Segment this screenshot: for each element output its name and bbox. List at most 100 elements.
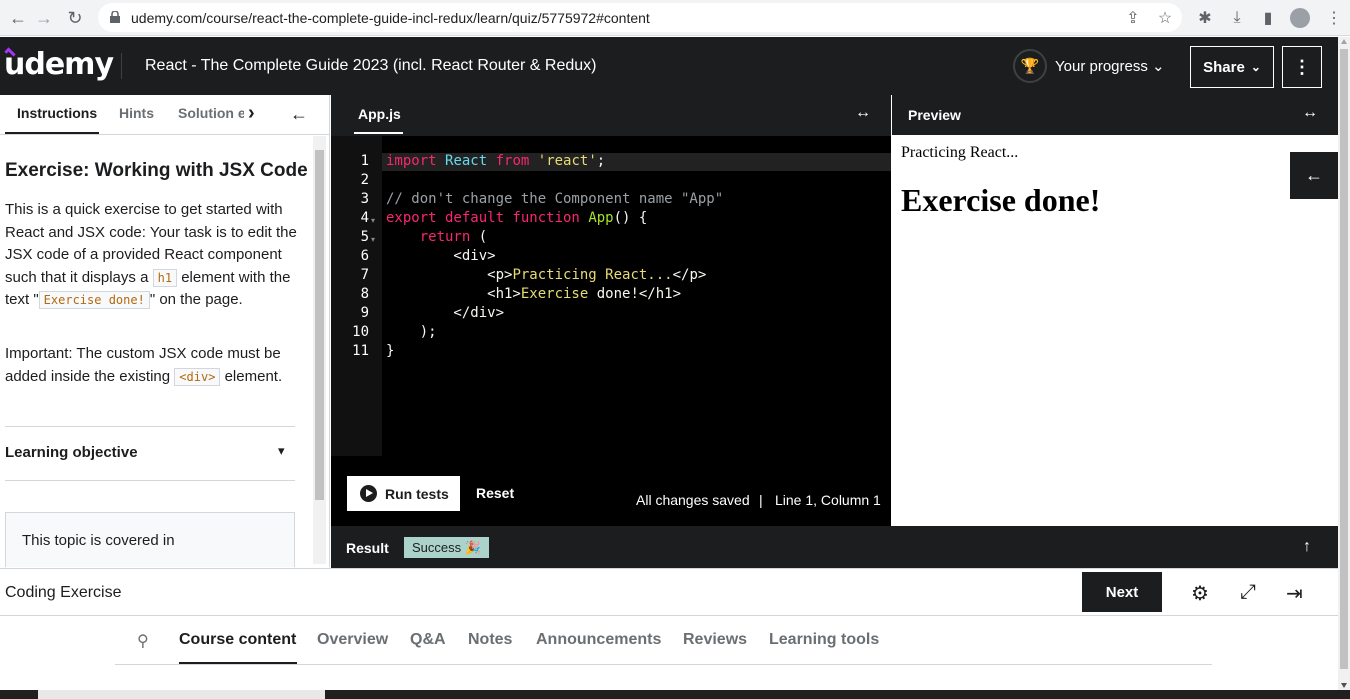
learning-objective-toggle[interactable]: Learning objective — [5, 444, 138, 461]
active-tab-indicator — [179, 662, 297, 664]
progress-label: Your progress — [1055, 58, 1148, 75]
fullscreen-icon[interactable]: ⤢ — [1240, 581, 1256, 604]
line-number: 3 — [360, 191, 369, 207]
more-options-icon[interactable]: ⋮ — [1282, 46, 1322, 88]
panel-scrollbar[interactable] — [313, 136, 326, 564]
course-title[interactable]: React - The Complete Guide 2023 (incl. R… — [145, 57, 596, 75]
url-text: udemy.com/course/react-the-complete-guid… — [131, 10, 650, 26]
editor-tabbar: App.js ↔ — [331, 95, 891, 135]
code-line: </div> — [386, 305, 505, 321]
code-editor[interactable]: 1 2 3 4 5 6 7 8 9 10 11 ▾ ▾ import React… — [331, 136, 891, 456]
line-number: 10 — [352, 324, 369, 340]
browser-toolbar: ← → ↻ udemy.com/course/react-the-complet… — [0, 0, 1350, 36]
preview-title: Preview — [908, 107, 961, 123]
page-scrollbar[interactable] — [1338, 37, 1350, 690]
tab-solution[interactable]: Solution e — [178, 105, 244, 121]
code-line: import React from 'react'; — [386, 153, 606, 169]
line-gutter: 1 2 3 4 5 6 7 8 9 10 11 ▾ ▾ — [331, 136, 382, 456]
next-button[interactable]: Next — [1082, 572, 1162, 612]
line-number: 5 — [360, 229, 369, 245]
editor-footer: Run tests Reset All changes saved | Line… — [331, 456, 891, 526]
tab-overview[interactable]: Overview — [317, 631, 388, 649]
extensions-icon[interactable]: ✱ — [1195, 8, 1215, 28]
code-line: ); — [386, 324, 437, 340]
result-bar: Result Success 🎉 ↑ — [331, 526, 1338, 568]
forward-icon[interactable]: → — [32, 6, 56, 30]
search-icon[interactable]: ⚲ — [137, 631, 149, 651]
preview-paragraph: Practicing React... — [901, 144, 1019, 161]
tab-learning-tools[interactable]: Learning tools — [769, 631, 879, 649]
tab-notes[interactable]: Notes — [468, 631, 512, 649]
reset-button[interactable]: Reset — [476, 485, 514, 501]
line-number: 1 — [360, 153, 369, 169]
play-icon — [360, 485, 377, 502]
gear-icon[interactable]: ⚙ — [1191, 581, 1209, 606]
fold-toggle-icon[interactable]: ▾ — [371, 235, 375, 244]
exercise-description: This is a quick exercise to get started … — [5, 201, 297, 309]
tab-course-content[interactable]: Course content — [179, 631, 296, 649]
exercise-title: Exercise: Working with JSX Code — [5, 160, 308, 181]
topic-text: This topic is covered in — [22, 532, 175, 549]
side-panel-icon[interactable]: ▮ — [1258, 8, 1278, 28]
active-tab-indicator — [5, 132, 99, 134]
run-tests-button[interactable]: Run tests — [347, 476, 460, 511]
profile-avatar[interactable] — [1290, 8, 1310, 28]
udemy-logo[interactable]: udemy — [4, 47, 114, 82]
download-icon[interactable]: ⤓ — [1227, 8, 1247, 28]
code-line: return ( — [419, 229, 488, 245]
tab-reviews[interactable]: Reviews — [683, 631, 747, 649]
result-label: Result — [346, 540, 389, 556]
tab-announcements[interactable]: Announcements — [536, 631, 661, 649]
back-icon[interactable]: ← — [6, 6, 30, 30]
chevron-right-icon[interactable]: › — [248, 102, 255, 125]
reload-icon[interactable]: ↻ — [63, 6, 87, 30]
address-bar[interactable]: udemy.com/course/react-the-complete-guid… — [98, 3, 1182, 32]
active-tab-indicator — [354, 132, 403, 134]
fold-toggle-icon[interactable]: ▾ — [371, 216, 375, 225]
code-line: } — [386, 343, 395, 359]
tab-hints[interactable]: Hints — [119, 105, 154, 121]
code-line: export default function App() { — [386, 210, 648, 226]
arrow-left-icon[interactable]: ← — [1290, 152, 1338, 199]
code-line: // don't change the Component name "App" — [386, 191, 724, 207]
save-status: All changes saved — [636, 492, 750, 508]
course-tabs: ⚲ Course content Overview Q&A Notes Anno… — [115, 617, 1212, 665]
code-editor-panel: App.js ↔ 1 2 3 4 5 6 7 8 9 10 11 ▾ ▾ imp… — [331, 95, 891, 526]
share-label: Share — [1203, 58, 1245, 76]
chevron-down-icon[interactable]: ▾ — [278, 443, 285, 459]
share-button[interactable]: Share ⌄ — [1190, 46, 1274, 88]
code-line: <p>Practicing React...</p> — [386, 267, 707, 283]
bookmark-star-icon[interactable]: ☆ — [1155, 8, 1175, 28]
inline-code-div: <div> — [174, 367, 221, 386]
run-tests-label: Run tests — [385, 485, 449, 502]
cursor-position: Line 1, Column 1 — [775, 492, 881, 508]
arrow-left-icon[interactable]: ← — [290, 104, 308, 125]
file-tab-appjs[interactable]: App.js — [358, 106, 401, 122]
exercise-important-note: Important: The custom JSX code must be a… — [5, 345, 283, 386]
arrow-up-icon[interactable]: ↑ — [1303, 538, 1311, 556]
preview-panel: Preview ↔ Practicing React... Exercise d… — [892, 95, 1338, 526]
lock-icon — [110, 11, 120, 23]
divider — [5, 480, 295, 481]
code-line: <div> — [386, 248, 496, 264]
tab-qa[interactable]: Q&A — [410, 631, 446, 649]
tab-instructions[interactable]: Instructions — [17, 105, 97, 121]
share-page-icon[interactable]: ⇪ — [1123, 8, 1143, 28]
preview-heading: Exercise done! — [901, 182, 1101, 218]
collapse-icon[interactable]: ⇥ — [1286, 581, 1303, 606]
divider — [5, 426, 295, 427]
preview-header: Preview ↔ — [892, 95, 1338, 135]
inline-code-h1: h1 — [152, 268, 178, 287]
line-number: 8 — [360, 286, 369, 302]
footer-label: Coding Exercise — [5, 584, 122, 601]
browser-menu-icon[interactable]: ⋮ — [1324, 8, 1344, 28]
instructions-panel: Instructions Hints Solution e › ← Exerci… — [0, 95, 330, 567]
inline-code-exercise-done: Exercise done! — [38, 291, 150, 309]
progress-dropdown[interactable]: Your progress ⌄ — [1055, 57, 1165, 75]
line-number: 6 — [360, 248, 369, 264]
expand-horizontal-icon[interactable]: ↔ — [1302, 104, 1318, 122]
line-number: 2 — [360, 172, 369, 188]
status-badge: Success 🎉 — [404, 537, 489, 558]
expand-horizontal-icon[interactable]: ↔ — [855, 104, 871, 122]
os-taskbar — [0, 690, 1350, 699]
